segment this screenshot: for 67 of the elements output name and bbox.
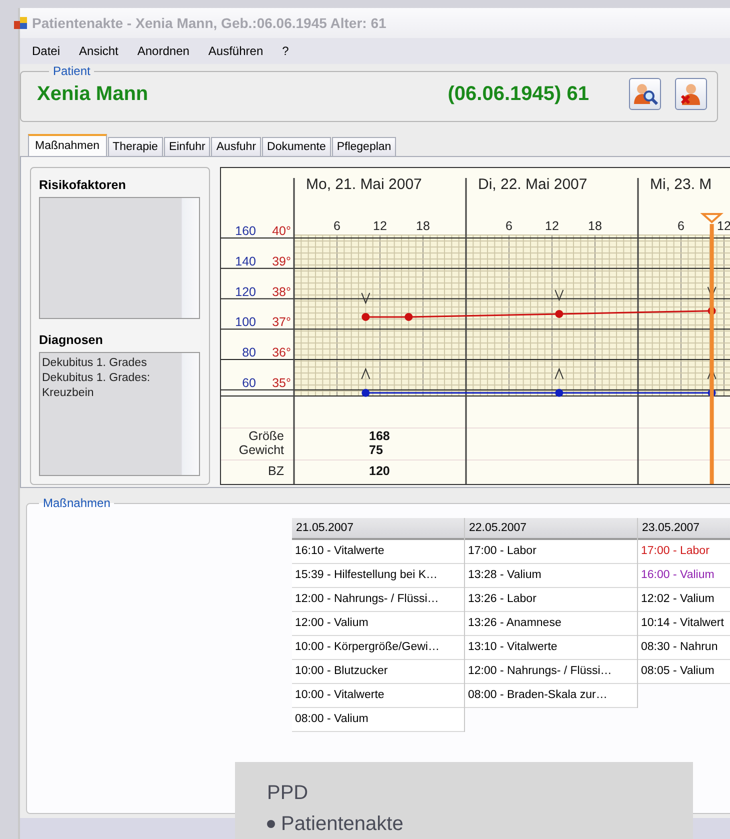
caret-down-icon (554, 289, 564, 302)
pulse-tick: 160 (235, 224, 256, 238)
window-title: Patientenakte - Xenia Mann, Geb.:06.06.1945 Alter: 61 (32, 15, 386, 31)
column-header[interactable]: 22.05.2007 (465, 518, 637, 540)
menu-item[interactable]: Ansicht (75, 42, 128, 60)
caret-down-icon (361, 292, 370, 304)
pulse-tick: 140 (235, 254, 256, 268)
diagnosis-item: Dekubitus 1. Grades: Kreuzbein (42, 370, 152, 400)
search-patient-button[interactable] (629, 78, 661, 110)
diagnosis-item: Dekubitus 1. Grades (42, 356, 148, 370)
tab[interactable]: Maßnahmen (28, 134, 107, 156)
app-icon (14, 17, 27, 29)
measurement-value: 168 (369, 429, 390, 443)
hour-tick: 6 (678, 219, 684, 233)
pulse-tick: 120 (235, 284, 256, 299)
bullet-icon (267, 820, 275, 828)
caret-up-icon (361, 368, 370, 380)
menu-item[interactable]: ? (278, 42, 299, 60)
pulse-tick: 80 (242, 346, 256, 360)
remove-patient-button[interactable] (675, 78, 707, 110)
diagnoses-list[interactable]: Dekubitus 1. Grades Dekubitus 1. Grades: Kreuzbein (39, 352, 200, 476)
tab[interactable]: Ausfuhr (211, 137, 262, 156)
group-label: Maßnahmen (42, 496, 112, 510)
hour-tick: 12 (545, 219, 559, 233)
temperature-tick: 35° (272, 376, 291, 390)
tab[interactable]: Therapie (108, 137, 163, 156)
hour-tick: 6 (506, 219, 512, 233)
tab[interactable]: Einfuhr (164, 137, 210, 156)
caption-bullet: Patientenakte (281, 812, 404, 836)
caret-up-icon (554, 368, 564, 380)
measurement-label: Größe (248, 429, 284, 443)
day-label: Mi, 23. M (650, 176, 712, 193)
person-magnifier-icon (632, 81, 658, 107)
menu-item[interactable]: Anordnen (133, 42, 200, 60)
measurement-label: BZ (268, 464, 284, 478)
hour-tick: 18 (588, 219, 602, 233)
pulse-tick: 100 (235, 315, 256, 330)
tab[interactable]: Pflegeplan (332, 137, 396, 156)
hour-tick: 12 (373, 219, 387, 233)
hour-tick: 12 (717, 219, 730, 233)
column-header[interactable]: 23.05.2007 (638, 518, 730, 540)
group-label: Patient (52, 64, 92, 78)
patient-name: Xenia Mann (37, 82, 150, 106)
scrollbar[interactable] (181, 352, 199, 475)
measurement-value: 75 (369, 443, 383, 457)
temperature-tick: 40° (272, 224, 291, 238)
scrollbar[interactable] (181, 198, 199, 318)
diagnoses-title: Diagnosen (39, 332, 104, 346)
risk-factors-list[interactable] (39, 197, 200, 318)
day-label: Di, 22. Mai 2007 (478, 176, 588, 193)
patient-birth-age: (06.06.1945) 61 (448, 82, 589, 106)
risk-factors-title: Risikofaktoren (39, 178, 127, 192)
day-label: Mo, 21. Mai 2007 (306, 176, 422, 193)
menu-item[interactable]: Ausführen (204, 42, 274, 60)
measurement-value: 120 (369, 464, 390, 478)
tab[interactable]: Dokumente (262, 137, 331, 156)
temperature-tick: 37° (272, 315, 291, 330)
temperature-tick: 39° (272, 254, 291, 268)
pulse-tick: 60 (242, 376, 256, 390)
caption-title: PPD (267, 781, 310, 806)
temperature-tick: 36° (272, 346, 291, 360)
measurement-label: Gewicht (238, 443, 284, 457)
menu-item[interactable]: Datei (28, 42, 70, 60)
hour-tick: 18 (416, 219, 430, 233)
column-header[interactable]: 21.05.2007 (292, 518, 464, 540)
hour-tick: 6 (334, 219, 340, 233)
temperature-tick: 38° (272, 284, 291, 299)
